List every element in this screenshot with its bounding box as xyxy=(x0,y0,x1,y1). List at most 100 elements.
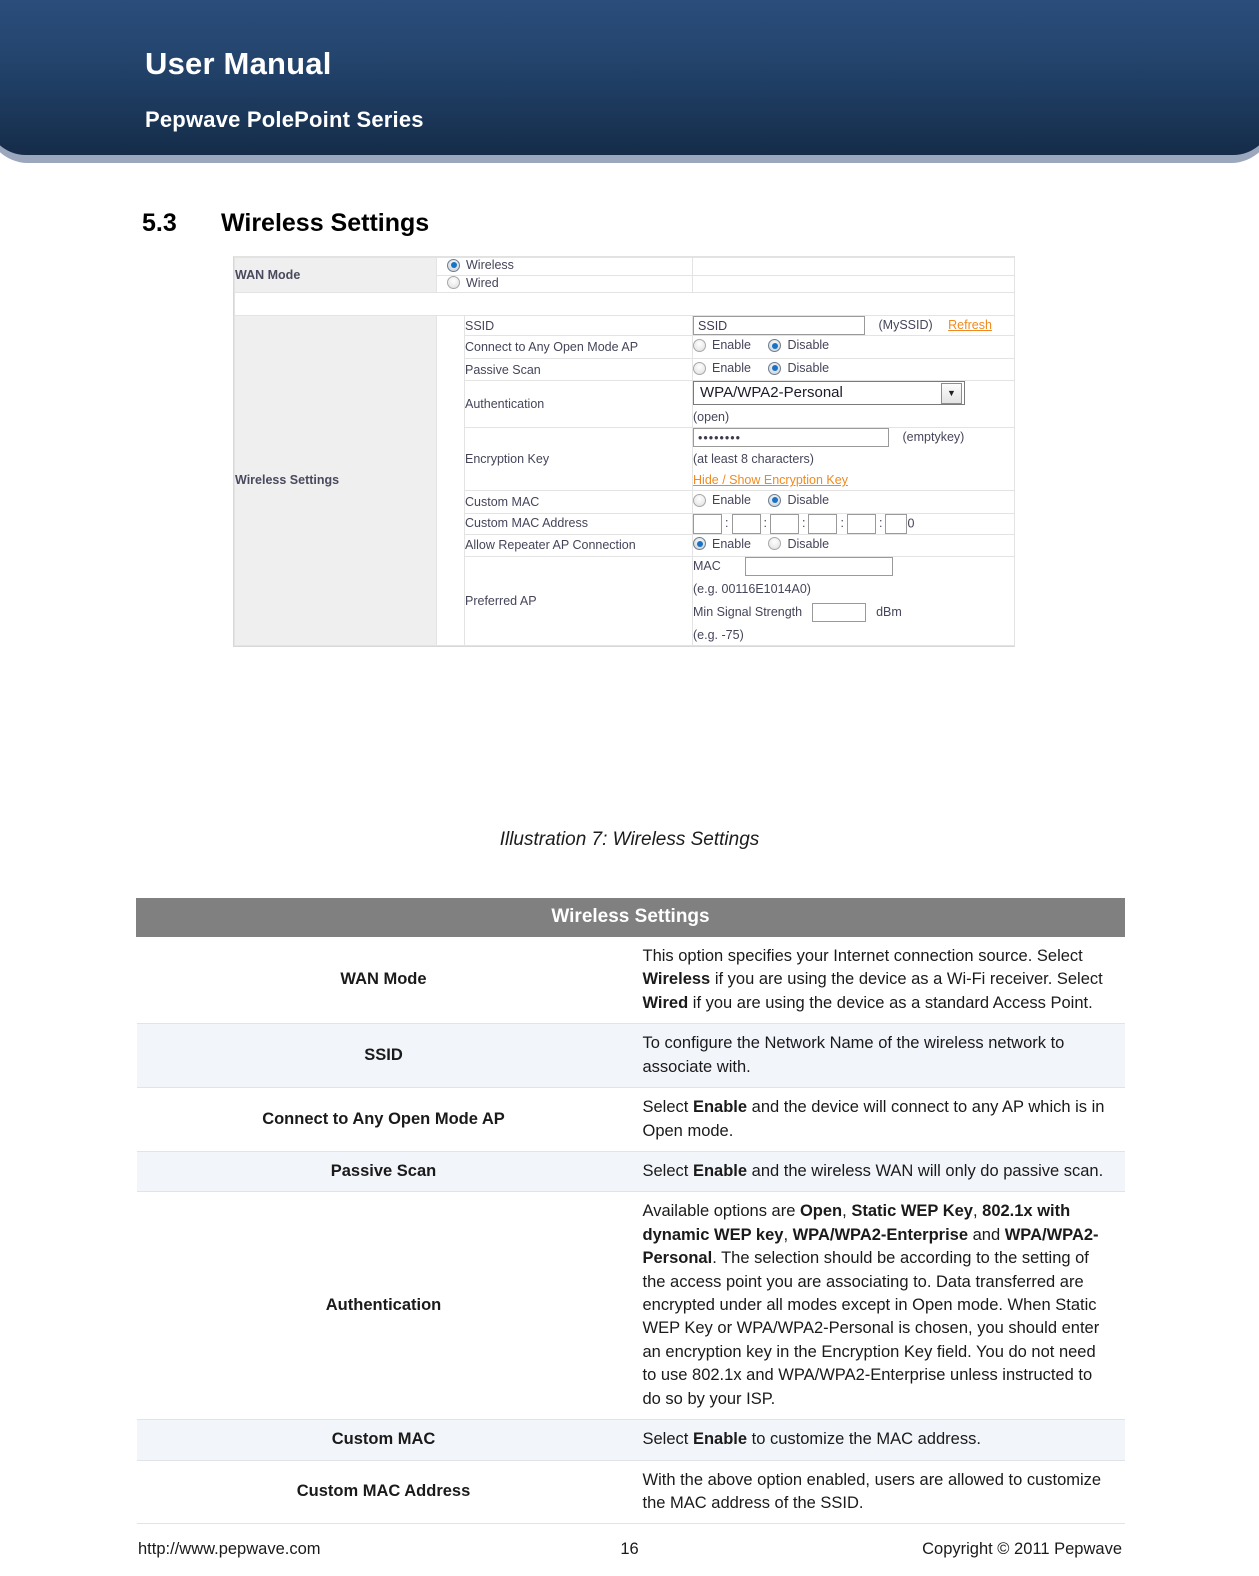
table-row: WAN Mode This option specifies your Inter… xyxy=(136,935,1125,1025)
table-row-key: Custom MAC xyxy=(136,1419,631,1461)
passive-scan-disable-label: Disable xyxy=(787,360,830,375)
body-text: , xyxy=(783,1225,793,1244)
radio-icon[interactable] xyxy=(447,276,460,289)
radio-icon[interactable] xyxy=(693,339,707,353)
connect-any-open-enable-option[interactable]: Enable xyxy=(693,336,751,355)
connect-any-open-enable-label: Enable xyxy=(712,338,751,353)
custom-mac-address-value-cell: ::::: 0 xyxy=(692,512,1016,535)
encryption-key-value-cell: •••••••• (emptykey) (at least 8 characte… xyxy=(692,427,1016,491)
ssid-refresh-link[interactable]: Refresh xyxy=(948,318,992,332)
authentication-value-cell: WPA/WPA2-Personal ▼ (open) xyxy=(692,380,1016,429)
radio-icon[interactable] xyxy=(447,258,460,272)
table-row-description: Select Enable and the device will connec… xyxy=(630,1087,1125,1152)
body-text: Select xyxy=(642,1430,693,1449)
custom-mac-address-label: Custom MAC Address xyxy=(463,512,694,535)
settings-form-table: WAN Mode Wireless Wired Wireless Setting… xyxy=(233,257,1016,646)
mac-octet-input-5[interactable] xyxy=(846,513,876,534)
preferred-ap-mac-example: (e.g. 00116E1014A0) xyxy=(693,582,811,597)
mac-separator: : xyxy=(763,515,767,530)
illustration-caption: Illustration 7: Wireless Settings xyxy=(499,829,760,850)
emphasis-text: Enable xyxy=(692,1098,748,1117)
wan-mode-wireless-label: Wireless xyxy=(466,258,514,272)
connect-any-open-disable-option[interactable]: Disable xyxy=(768,336,829,355)
table-row-key: WAN Mode xyxy=(136,935,631,1025)
allow-repeater-disable-option[interactable]: Disable xyxy=(768,535,829,554)
radio-icon[interactable] xyxy=(768,493,782,507)
table-row-description: With the above option enabled, users are… xyxy=(630,1459,1125,1525)
passive-scan-value-cell: Enable Disable xyxy=(692,357,1016,382)
mac-separator: : xyxy=(840,515,844,530)
preferred-ap-min-signal-input[interactable] xyxy=(812,602,867,622)
allow-repeater-enable-option[interactable]: Enable xyxy=(693,535,751,554)
section-title: Wireless Settings xyxy=(221,209,430,237)
ssid-note: (MySSID) xyxy=(878,318,933,332)
body-text: , xyxy=(842,1202,852,1221)
form-spacer-cell xyxy=(233,292,1016,316)
encryption-key-toggle-link[interactable]: Hide / Show Encryption Key xyxy=(693,473,848,487)
body-text: if you are using the device as a standar… xyxy=(688,993,1093,1012)
preferred-ap-mac-row: MAC xyxy=(693,557,1014,577)
table-row-key: SSID xyxy=(136,1023,631,1089)
radio-icon[interactable] xyxy=(693,361,707,375)
radio-icon[interactable] xyxy=(768,339,782,353)
wan-mode-wired-label: Wired xyxy=(466,275,499,290)
allow-repeater-label: Allow Repeater AP Connection xyxy=(463,533,694,558)
wan-mode-wired-cell[interactable]: Wired xyxy=(435,274,694,293)
table-row: Authentication Available options are Open… xyxy=(136,1191,1125,1421)
table-row-key: Passive Scan xyxy=(136,1150,631,1193)
table-row: Connect to Any Open Mode AP Select Enable… xyxy=(136,1087,1125,1152)
custom-mac-disable-option[interactable]: Disable xyxy=(768,491,829,510)
radio-icon[interactable] xyxy=(693,537,707,551)
chevron-down-icon[interactable]: ▼ xyxy=(941,382,963,404)
page-header-banner: User Manual Pepwave PolePoint Series xyxy=(0,0,1259,163)
form-row-wan-mode: WAN Mode Wireless xyxy=(234,257,1016,293)
page-footer: http://www.pepwave.com 16 Copyright © 20… xyxy=(0,1540,1259,1564)
body-text: Select xyxy=(642,1098,693,1117)
ssid-input[interactable]: SSID xyxy=(693,316,866,336)
ssid-value-cell: SSID (MySSID) Refresh xyxy=(692,314,1016,337)
emphasis-text: Open xyxy=(799,1202,843,1221)
encryption-key-input[interactable]: •••••••• xyxy=(693,428,890,448)
mac-octet-input-1[interactable] xyxy=(693,513,723,534)
manual-subtitle: Pepwave PolePoint Series xyxy=(145,107,424,132)
radio-icon[interactable] xyxy=(768,361,782,375)
wan-mode-wireless-cell[interactable]: Wireless xyxy=(435,257,694,276)
wireless-settings-group-label: Wireless Settings xyxy=(234,315,437,646)
custom-mac-disable-label: Disable xyxy=(787,492,830,507)
mac-octet-input-6[interactable] xyxy=(885,513,908,534)
table-row-description: Available options are Open, Static WEP K… xyxy=(630,1191,1125,1421)
mac-trailing-text: 0 xyxy=(907,515,915,530)
body-text: and xyxy=(968,1225,1005,1244)
wan-mode-wired-option[interactable]: Wired xyxy=(447,276,499,290)
description-table-header-row: Wireless Settings xyxy=(136,898,1125,937)
table-row-key: Authentication xyxy=(136,1191,631,1421)
table-row-key: Custom MAC Address xyxy=(136,1459,631,1525)
emphasis-text: Wireless xyxy=(642,970,711,989)
mac-octet-input-4[interactable] xyxy=(808,513,838,534)
table-row: Custom MAC Address With the above option … xyxy=(136,1459,1125,1525)
mac-octet-input-3[interactable] xyxy=(769,513,799,534)
body-text: if you are using the device as a Wi-Fi r… xyxy=(710,970,1103,989)
wan-mode-wireless-option[interactable]: Wireless xyxy=(447,258,514,272)
mac-separator: : xyxy=(801,515,806,530)
radio-icon[interactable] xyxy=(768,537,782,551)
emphasis-text: Wired xyxy=(642,993,689,1012)
radio-icon[interactable] xyxy=(693,493,707,507)
passive-scan-disable-option[interactable]: Disable xyxy=(768,359,829,378)
preferred-ap-mac-input[interactable] xyxy=(745,557,894,577)
authentication-select[interactable]: WPA/WPA2-Personal ▼ xyxy=(693,381,966,406)
table-row-key: Connect to Any Open Mode AP xyxy=(136,1087,631,1152)
preferred-ap-unit: dBm xyxy=(876,605,902,620)
table-row: Custom MAC Select Enable to customize the… xyxy=(136,1419,1125,1461)
preferred-ap-min-signal-label: Min Signal Strength xyxy=(693,605,803,620)
emphasis-text: Static WEP Key xyxy=(851,1202,973,1221)
form-spacer-row xyxy=(233,292,1016,316)
encryption-key-hint: (at least 8 characters) xyxy=(693,452,814,467)
custom-mac-enable-option[interactable]: Enable xyxy=(693,491,751,510)
body-text: and the wireless WAN will only do passiv… xyxy=(747,1161,1104,1180)
passive-scan-enable-option[interactable]: Enable xyxy=(693,359,751,378)
table-row-description: Select Enable and the wireless WAN will … xyxy=(630,1150,1125,1193)
body-text: . The selection should be according to t… xyxy=(642,1249,1100,1408)
mac-octet-input-2[interactable] xyxy=(731,513,761,534)
preferred-ap-signal-example: (e.g. -75) xyxy=(693,627,744,642)
